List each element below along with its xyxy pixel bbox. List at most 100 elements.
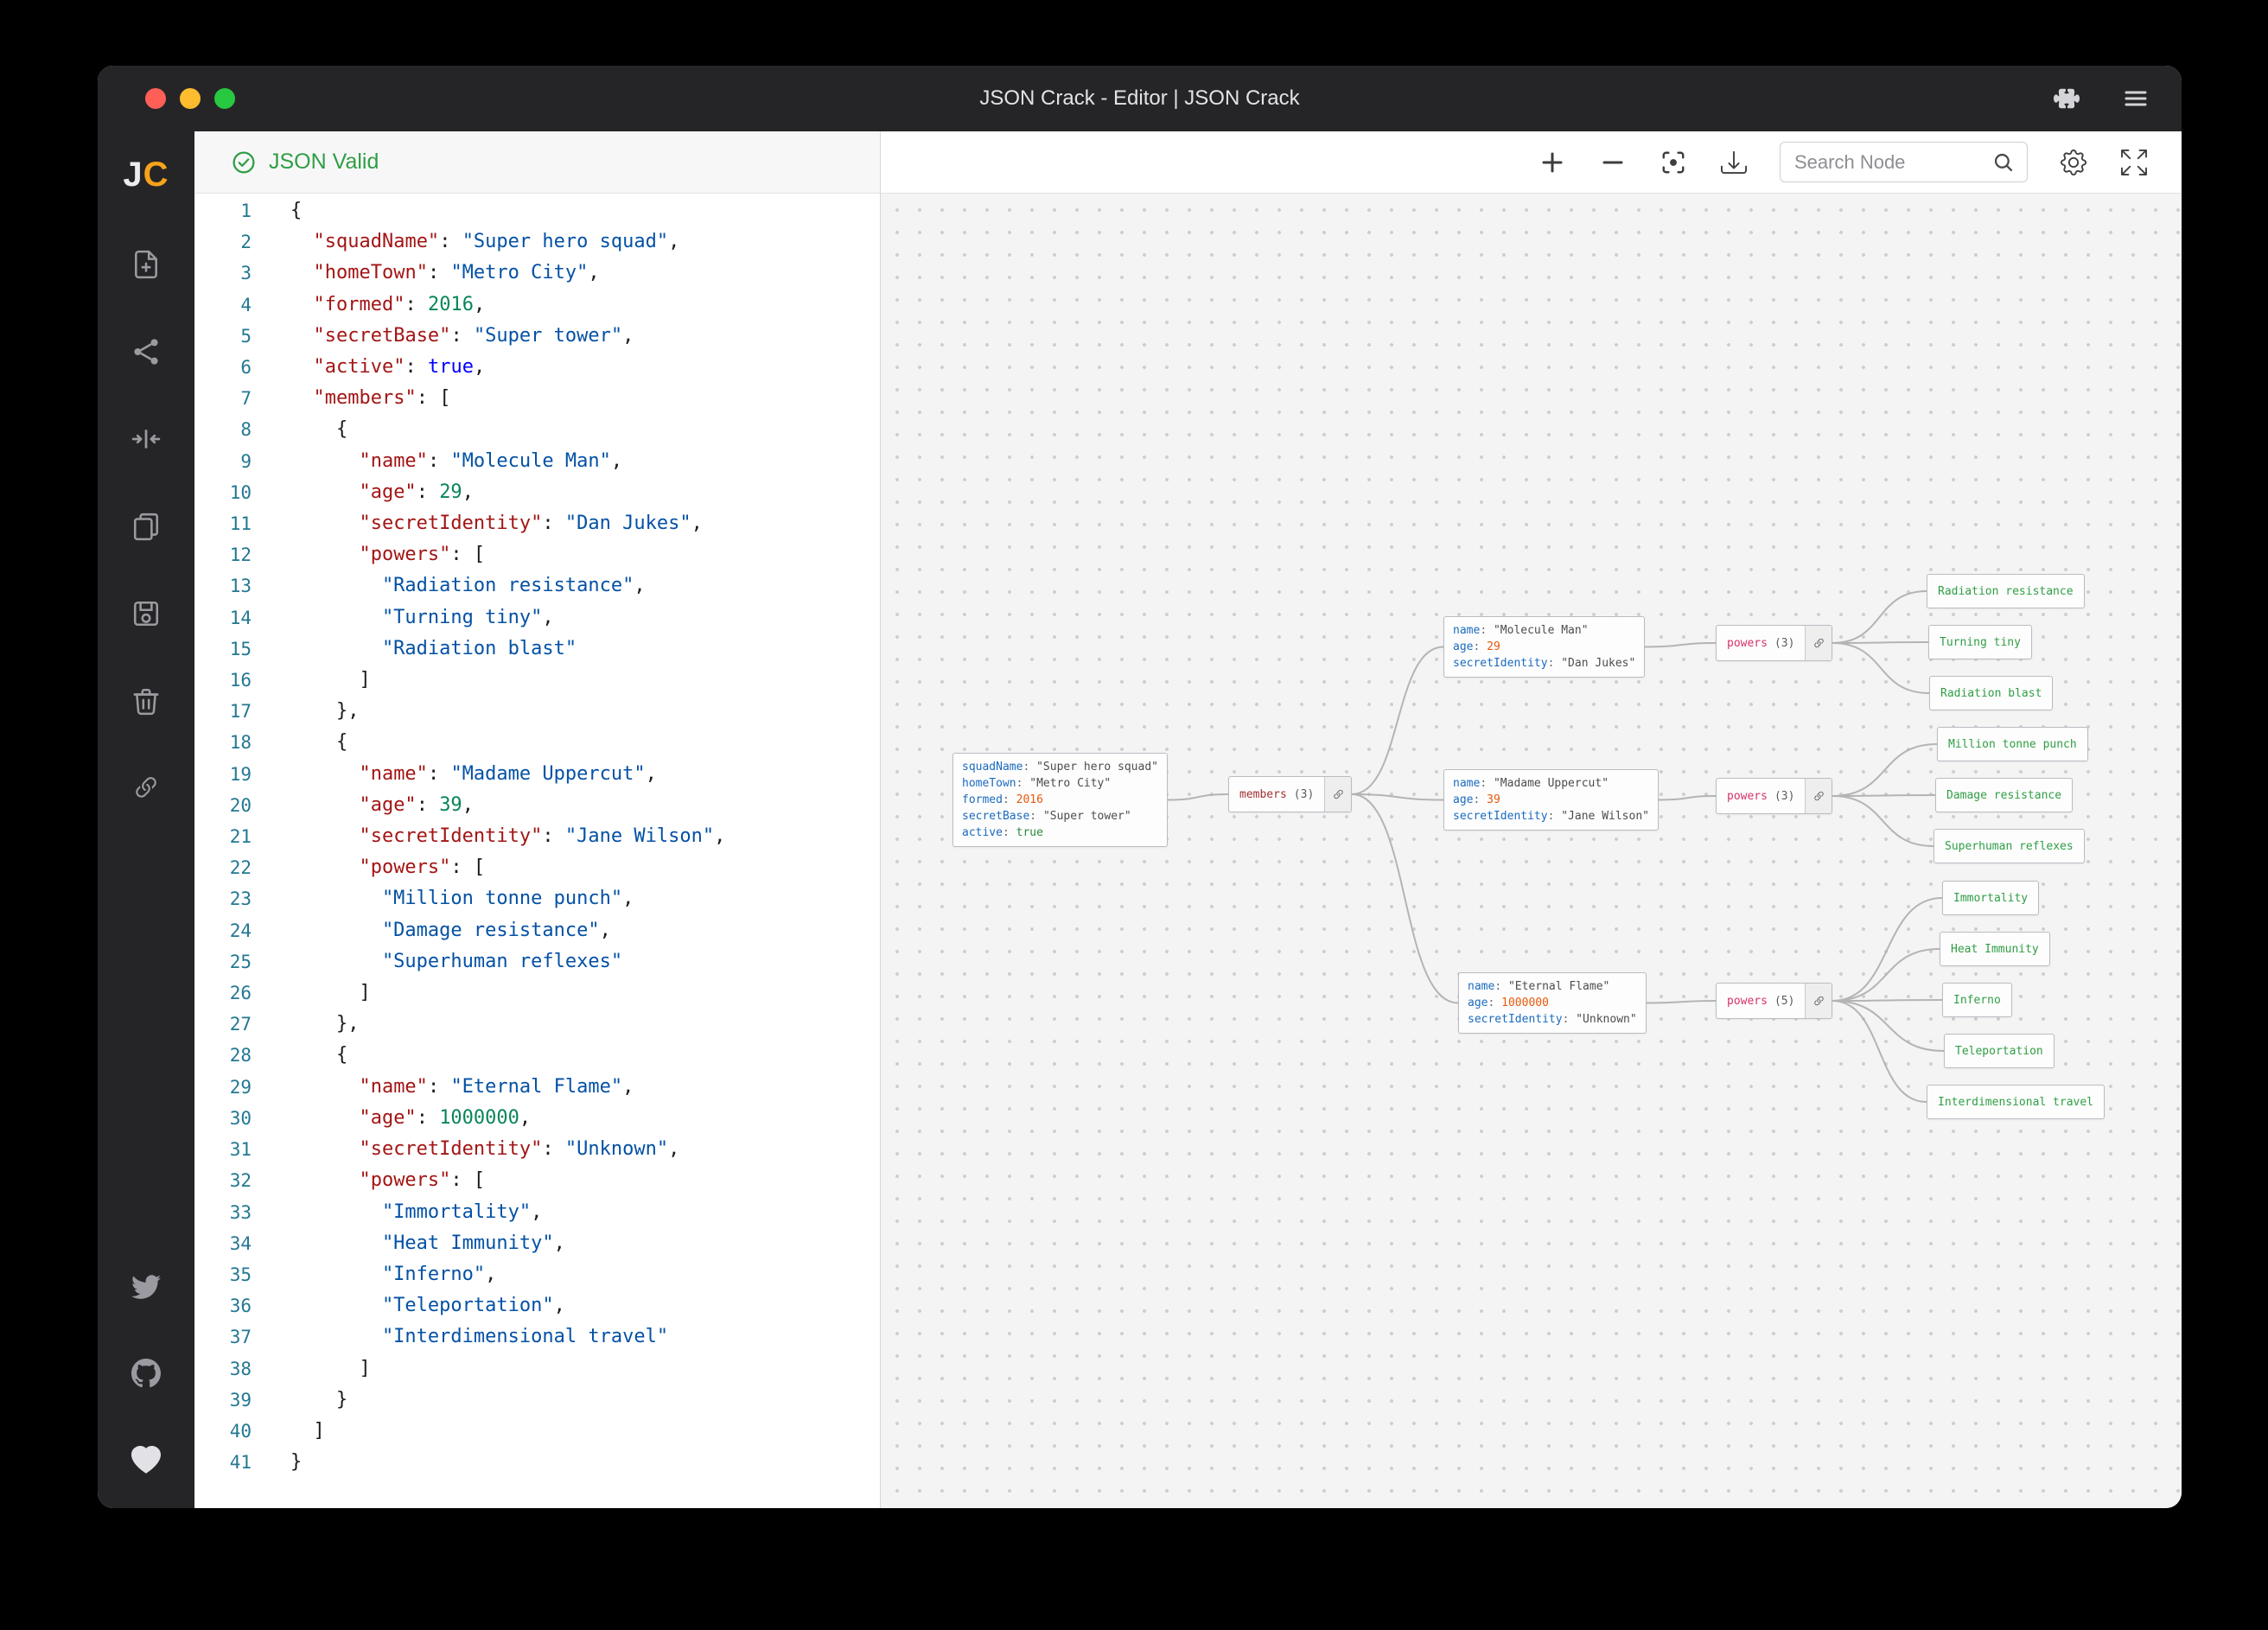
- node-row: age: 29: [1453, 639, 1635, 655]
- graph-node-root[interactable]: squadName: "Super hero squad"homeTown: "…: [952, 753, 1168, 847]
- code-line: 30"age": 1000000,: [194, 1103, 880, 1134]
- token: "name": [359, 763, 427, 785]
- graph-node-members[interactable]: members(3): [1228, 776, 1352, 812]
- close-window-button[interactable]: [145, 88, 166, 109]
- line-number: 32: [194, 1165, 252, 1196]
- graph-node-p2[interactable]: powers(3): [1716, 778, 1832, 814]
- graph-node-l10[interactable]: Teleportation: [1944, 1034, 2055, 1068]
- line-number: 12: [194, 539, 252, 570]
- graph-canvas[interactable]: squadName: "Super hero squad"homeTown: "…: [881, 194, 2182, 1508]
- zoom-window-button[interactable]: [214, 88, 235, 109]
- line-number: 21: [194, 821, 252, 852]
- code-line: 18{: [194, 727, 880, 758]
- node-row: secretIdentity: "Dan Jukes": [1453, 655, 1635, 672]
- sidebar-heart-button[interactable]: [131, 1445, 162, 1476]
- sidebar-collapse-width-button[interactable]: [131, 423, 162, 455]
- token: ,: [588, 262, 599, 283]
- graph-edge: [1832, 1000, 1942, 1001]
- graph-node-l7[interactable]: Immortality: [1942, 881, 2039, 915]
- menu-button[interactable]: [2121, 84, 2150, 113]
- line-number: 8: [194, 414, 252, 445]
- sidebar-twitter-button[interactable]: [131, 1270, 162, 1302]
- code-line: 10"age": 29,: [194, 477, 880, 508]
- line-number: 29: [194, 1072, 252, 1103]
- check-circle-icon: [232, 150, 256, 175]
- code-line: 17},: [194, 696, 880, 727]
- zoom-out-button[interactable]: [1598, 148, 1628, 177]
- node-row: homeTown: "Metro City": [962, 775, 1158, 792]
- code-line: 22"powers": [: [194, 852, 880, 883]
- sidebar-new-document-button[interactable]: [131, 249, 162, 280]
- extension-button[interactable]: [2052, 84, 2081, 113]
- sidebar-github-button[interactable]: [131, 1358, 162, 1389]
- search-icon[interactable]: [1992, 151, 2015, 174]
- graph-node-l9[interactable]: Inferno: [1942, 983, 2012, 1017]
- token: "Madame Uppercut": [450, 763, 645, 785]
- zoom-in-button[interactable]: [1538, 148, 1567, 177]
- graph-node-m2[interactable]: name: "Madame Uppercut"age: 39secretIden…: [1443, 769, 1659, 831]
- token: "Turning tiny": [382, 607, 542, 628]
- token: "age": [359, 794, 416, 816]
- minimize-window-button[interactable]: [180, 88, 201, 109]
- graph-edge: [1647, 1001, 1716, 1003]
- graph-node-m3[interactable]: name: "Eternal Flame"age: 1000000secretI…: [1458, 972, 1647, 1034]
- line-number: 2: [194, 226, 252, 258]
- graph-node-m1[interactable]: name: "Molecule Man"age: 29secretIdentit…: [1443, 616, 1645, 678]
- expand-link-button[interactable]: [1805, 984, 1832, 1018]
- token: "Eternal Flame": [450, 1076, 622, 1098]
- node-row: age: 1000000: [1468, 995, 1637, 1011]
- graph-node-l4[interactable]: Million tonne punch: [1937, 727, 2088, 761]
- fullscreen-button[interactable]: [2119, 148, 2149, 177]
- graph-edge: [1832, 1001, 1944, 1051]
- toolbar-right-group: [2059, 148, 2149, 177]
- focus-button[interactable]: [1659, 148, 1688, 177]
- sidebar-save-button[interactable]: [131, 598, 162, 629]
- line-number: 38: [194, 1353, 252, 1385]
- json-valid-status: JSON Valid: [269, 150, 379, 175]
- expand-link-button[interactable]: [1805, 779, 1832, 813]
- search-node-input[interactable]: [1793, 150, 1985, 175]
- graph-node-l3[interactable]: Radiation blast: [1929, 676, 2053, 710]
- graph-edge: [1832, 643, 1929, 693]
- graph-node-l5[interactable]: Damage resistance: [1935, 778, 2073, 812]
- logo-letter-c: C: [143, 156, 169, 194]
- collapse-width-icon: [131, 424, 161, 454]
- titlebar: JSON Crack - Editor | JSON Crack: [98, 66, 2182, 131]
- download-button[interactable]: [1719, 148, 1749, 177]
- expand-link-button[interactable]: [1324, 777, 1351, 812]
- sidebar-copy-button[interactable]: [131, 511, 162, 542]
- main-area: JC JSON Valid 1{2"squadName": "Super her…: [98, 131, 2182, 1508]
- line-number: 34: [194, 1228, 252, 1259]
- app-logo[interactable]: JC: [123, 156, 169, 194]
- sidebar-delete-button[interactable]: [131, 685, 162, 716]
- editor-header: JSON Valid: [194, 131, 880, 194]
- graph-node-l11[interactable]: Interdimensional travel: [1927, 1085, 2105, 1119]
- graph-node-l6[interactable]: Superhuman reflexes: [1934, 829, 2085, 863]
- token: ,: [462, 481, 474, 503]
- sidebar-share-graph-button[interactable]: [131, 336, 162, 367]
- token: 2016: [428, 294, 474, 315]
- token: 29: [439, 481, 462, 503]
- graph-node-l1[interactable]: Radiation resistance: [1927, 574, 2085, 608]
- code-line: 13"Radiation resistance",: [194, 570, 880, 602]
- token: ,: [600, 920, 611, 941]
- sidebar-link-button[interactable]: [131, 773, 162, 804]
- graph-node-l8[interactable]: Heat Immunity: [1940, 932, 2050, 966]
- token: ,: [474, 356, 485, 378]
- github-icon: [131, 1359, 161, 1388]
- settings-button[interactable]: [2059, 148, 2088, 177]
- json-editor-panel: JSON Valid 1{2"squadName": "Super hero s…: [194, 131, 881, 1508]
- sidebar-social: [131, 1270, 162, 1508]
- graph-node-p1[interactable]: powers(3): [1716, 625, 1832, 661]
- graph-node-l2[interactable]: Turning tiny: [1928, 625, 2032, 659]
- code-line: 3"homeTown": "Metro City",: [194, 258, 880, 289]
- graph-node-p3[interactable]: powers(5): [1716, 983, 1832, 1019]
- code-editor[interactable]: 1{2"squadName": "Super hero squad",3"hom…: [194, 194, 880, 1508]
- token: ,: [474, 294, 485, 315]
- chain-icon: [1332, 788, 1345, 801]
- line-number: 28: [194, 1040, 252, 1071]
- node-row: secretIdentity: "Unknown": [1468, 1011, 1637, 1028]
- expand-link-button[interactable]: [1805, 626, 1832, 660]
- token: "Metro City": [450, 262, 588, 283]
- line-number: 35: [194, 1259, 252, 1290]
